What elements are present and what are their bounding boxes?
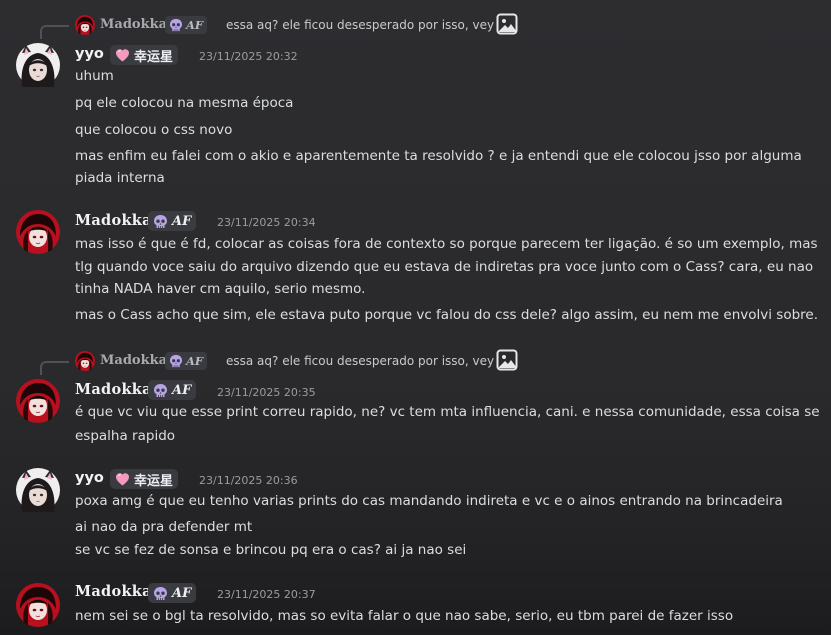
message-line: espalha rapido xyxy=(75,428,176,444)
message-line: é que vc viu que esse print correu rapid… xyxy=(75,404,820,420)
message-line: tlg quando voce saiu do arquivo dizendo … xyxy=(75,259,814,275)
reply-author-tag: AF xyxy=(165,352,208,370)
timestamp: 23/11/2025 20:32 xyxy=(199,50,298,63)
author-name[interactable]: yyo xyxy=(75,470,104,486)
skull-icon xyxy=(169,354,183,368)
author-tag: AF xyxy=(148,211,197,231)
reply-tag-text: AF xyxy=(186,18,204,32)
author-tag-text: AF xyxy=(172,382,192,398)
message-line: poxa amg é que eu tenho varias prints do… xyxy=(75,493,783,509)
reply-author-tag: AF xyxy=(165,16,208,34)
image-icon[interactable] xyxy=(496,13,518,35)
skull-icon xyxy=(153,214,168,228)
avatar[interactable] xyxy=(16,379,60,423)
author-tag: AF xyxy=(148,380,197,400)
reply-preview[interactable]: Madokka AF essa aq? ele ficou desesperad… xyxy=(40,13,540,39)
skull-icon xyxy=(153,383,168,397)
message-line: nem sei se o bgl ta resolvido, mas so ev… xyxy=(75,608,734,624)
reply-connector xyxy=(40,361,69,375)
skull-icon xyxy=(169,18,183,32)
reply-author[interactable]: Madokka xyxy=(100,17,167,32)
author-tag: 幸运星 xyxy=(110,45,179,65)
author-name[interactable]: Madokka xyxy=(75,381,152,398)
author-tag-text: 幸运星 xyxy=(134,473,174,489)
timestamp: 23/11/2025 20:34 xyxy=(217,216,316,229)
author-tag-text: AF xyxy=(172,213,192,229)
message-line: mas isso é que é fd, colocar as coisas f… xyxy=(75,236,818,252)
message-line: se vc se fez de sonsa e brincou pq era o… xyxy=(75,542,467,558)
message-line: ai nao da pra defender mt xyxy=(75,519,253,535)
reply-preview[interactable]: Madokka AF essa aq? ele ficou desesperad… xyxy=(40,349,540,375)
skull-icon xyxy=(153,586,168,600)
author-tag: AF xyxy=(148,583,197,603)
avatar[interactable] xyxy=(16,210,60,254)
reply-text[interactable]: essa aq? ele ficou desesperado por isso,… xyxy=(226,18,494,32)
heart-icon xyxy=(115,48,130,62)
reply-author[interactable]: Madokka xyxy=(100,353,167,368)
image-icon[interactable] xyxy=(496,349,518,371)
timestamp: 23/11/2025 20:35 xyxy=(217,386,316,399)
timestamp: 23/11/2025 20:37 xyxy=(217,588,316,601)
avatar[interactable] xyxy=(16,468,60,512)
author-name[interactable]: Madokka xyxy=(75,583,152,600)
message-line: mas o Cass acho que sim, ele estava puto… xyxy=(75,307,818,323)
reply-avatar xyxy=(75,351,95,371)
author-tag: 幸运星 xyxy=(110,469,179,489)
author-name[interactable]: yyo xyxy=(75,46,104,62)
reply-tag-text: AF xyxy=(186,354,204,368)
author-tag-text: 幸运星 xyxy=(134,49,174,65)
reply-avatar xyxy=(75,15,95,35)
message-line: tinha NADA haver cm aquilo, serio mesmo. xyxy=(75,281,366,297)
message-line: uhum xyxy=(75,68,114,84)
heart-icon xyxy=(115,472,130,486)
message-line: que colocou o css novo xyxy=(75,122,233,138)
reply-text[interactable]: essa aq? ele ficou desesperado por isso,… xyxy=(226,354,494,368)
message-line: piada interna xyxy=(75,170,165,186)
timestamp: 23/11/2025 20:36 xyxy=(199,474,298,487)
avatar[interactable] xyxy=(16,43,60,87)
avatar[interactable] xyxy=(16,583,60,627)
reply-connector xyxy=(40,25,69,39)
author-name[interactable]: Madokka xyxy=(75,212,152,229)
message-line: pq ele colocou na mesma época xyxy=(75,95,294,111)
author-tag-text: AF xyxy=(172,585,192,601)
message-line: mas enfim eu falei com o akio e aparente… xyxy=(75,148,802,164)
